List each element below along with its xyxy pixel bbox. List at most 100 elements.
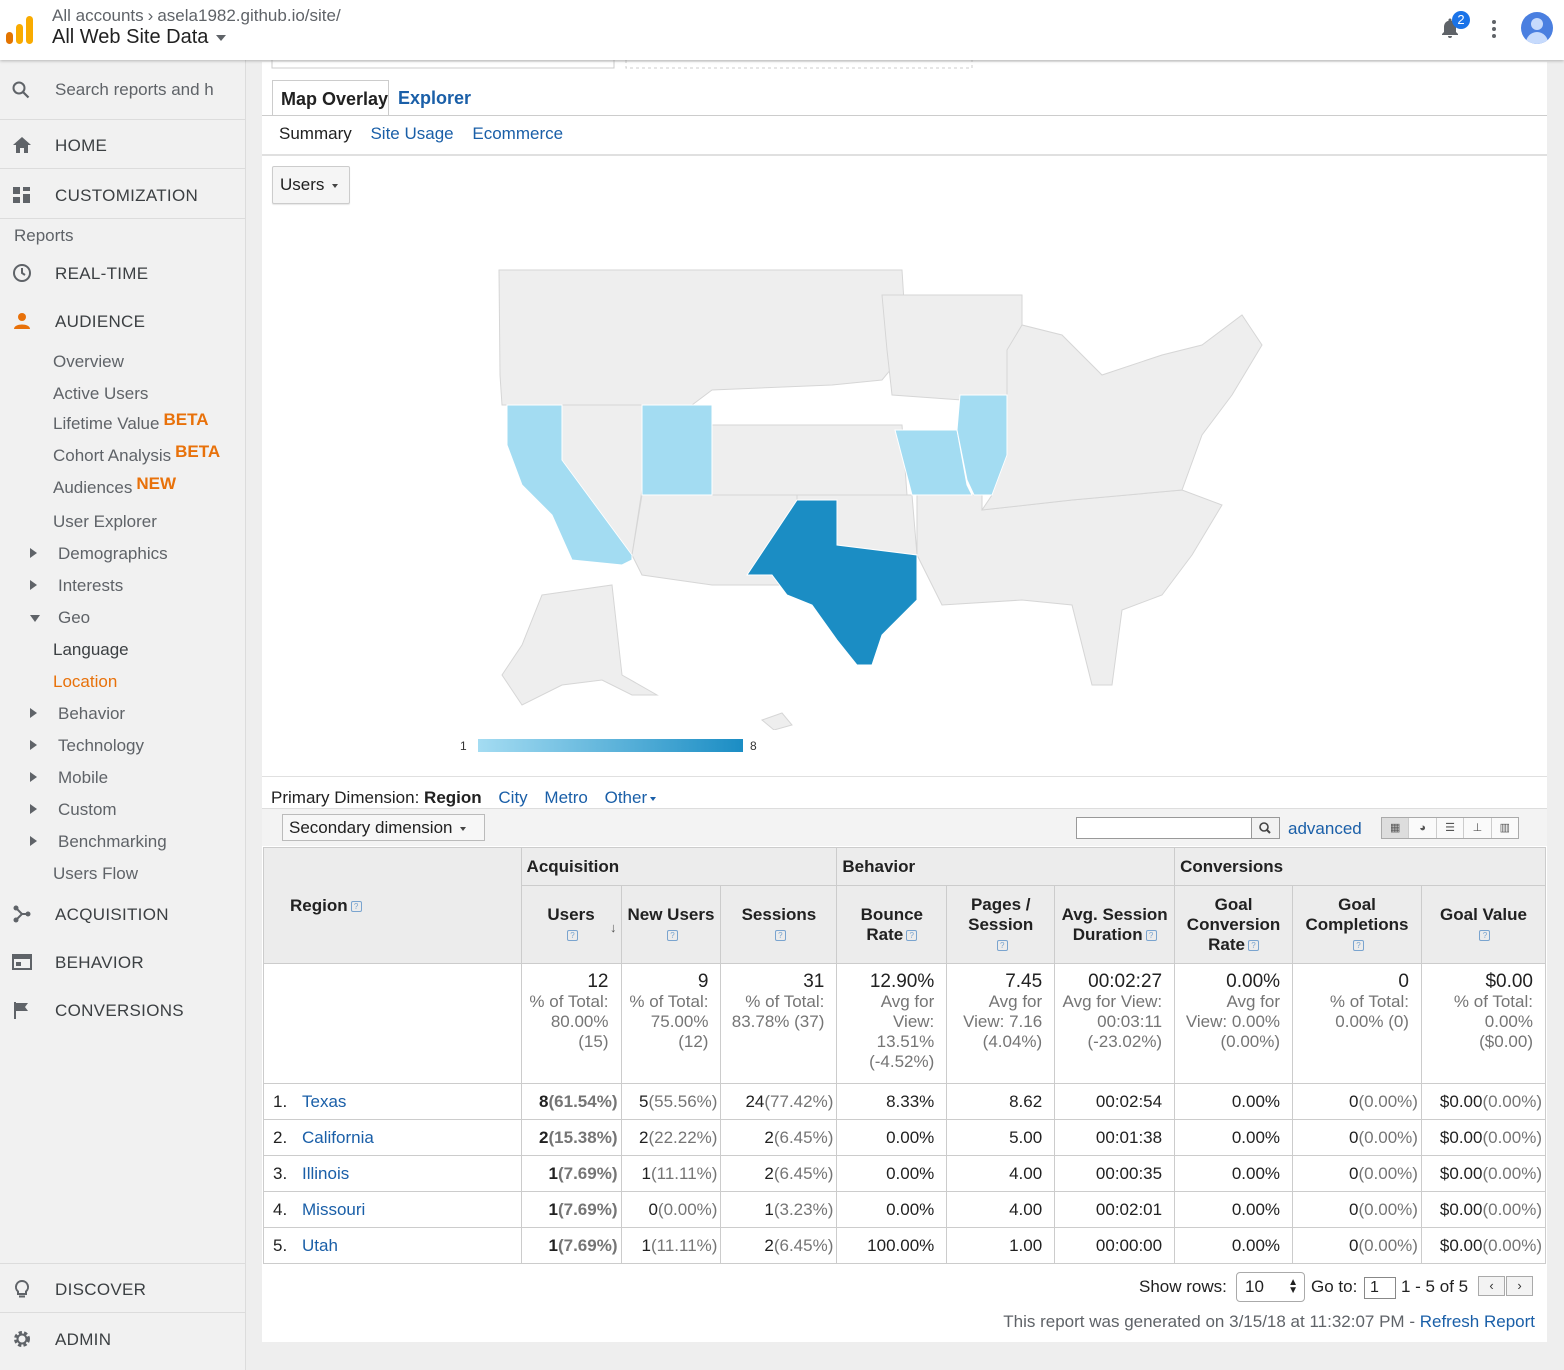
column-header-users[interactable]: Users? ↓ [520, 885, 622, 964]
sidebar-item-audiences[interactable]: Audiences NEW [53, 474, 176, 498]
expand-arrow-icon[interactable] [30, 708, 37, 718]
dimension-region[interactable]: Region [424, 788, 482, 807]
sidebar-item-location[interactable]: Location [53, 672, 117, 692]
sidebar-item-audience[interactable]: AUDIENCE [0, 297, 246, 345]
sidebar-item-lifetime-value[interactable]: Lifetime Value BETA [53, 410, 208, 434]
sidebar-item-realtime[interactable]: REAL-TIME [0, 249, 246, 297]
sidebar-item-admin[interactable]: ADMIN [0, 1315, 246, 1363]
tab-explorer[interactable]: Explorer [390, 80, 479, 116]
sidebar-item-discover[interactable]: DISCOVER [0, 1265, 246, 1313]
total-value: 12.90% [869, 971, 935, 992]
sidebar-item-overview[interactable]: Overview [53, 352, 124, 372]
previous-page-button[interactable]: ‹ [1478, 1276, 1505, 1296]
expand-arrow-icon[interactable] [30, 772, 37, 782]
region-link[interactable]: Illinois [302, 1164, 349, 1183]
help-icon[interactable]: ? [1145, 929, 1157, 941]
show-rows-select[interactable]: 10 ▲ ▼ [1236, 1272, 1305, 1302]
subtab-site-usage[interactable]: Site Usage [370, 124, 453, 143]
more-options-icon[interactable] [1490, 20, 1498, 40]
total-value: 12 [587, 971, 609, 992]
comparison-view-icon[interactable]: ⊥ [1464, 818, 1492, 838]
sidebar-item-mobile[interactable]: Mobile [58, 768, 108, 788]
table-search-button[interactable] [1251, 817, 1280, 839]
sidebar-item-behavior-sub[interactable]: Behavior [58, 704, 125, 724]
expand-arrow-icon[interactable] [30, 580, 37, 590]
column-header-bounce-rate[interactable]: Bounce Rate? [836, 885, 948, 964]
page-range: 1 - 5 of 5 [1401, 1277, 1469, 1296]
sidebar-item-behavior[interactable]: BEHAVIOR [0, 938, 246, 986]
sidebar-search[interactable]: Search reports and h [0, 60, 245, 120]
sidebar-item-cohort-analysis[interactable]: Cohort Analysis BETA [53, 442, 220, 466]
dimension-other[interactable]: Other [605, 788, 657, 807]
sidebar-item-active-users[interactable]: Active Users [53, 384, 148, 404]
secondary-dimension-select[interactable]: Secondary dimension [282, 814, 485, 841]
help-icon[interactable]: ? [666, 929, 678, 941]
analytics-logo-icon[interactable] [6, 16, 34, 44]
help-icon[interactable]: ? [350, 900, 362, 912]
table-toolbar: Secondary dimension advanced ▦ ◕ ☰ ⊥ ▥ [262, 808, 1547, 846]
next-page-button[interactable]: › [1506, 1276, 1533, 1296]
breadcrumb-property[interactable]: asela1982.github.io/site/ [157, 6, 340, 25]
metric-select[interactable]: Users [272, 166, 350, 204]
column-header-pages-session[interactable]: Pages / Session? [946, 885, 1056, 964]
sidebar-item-acquisition[interactable]: ACQUISITION [0, 890, 246, 938]
sidebar-item-home[interactable]: HOME [0, 121, 246, 169]
table-filter-input[interactable] [1076, 817, 1252, 839]
total-sessions: 31% of Total: 83.78% (37) [720, 963, 838, 1084]
column-header-goal-completions[interactable]: Goal Completions? [1292, 885, 1422, 964]
expand-arrow-icon[interactable] [30, 548, 37, 558]
advanced-filter-link[interactable]: advanced [1288, 819, 1362, 839]
view-selector[interactable]: All Web Site Data [52, 26, 227, 49]
collapse-arrow-icon[interactable] [30, 615, 40, 622]
sidebar-item-customization[interactable]: CUSTOMIZATION [0, 171, 246, 219]
performance-view-icon[interactable]: ☰ [1437, 818, 1465, 838]
sidebar-item-interests[interactable]: Interests [58, 576, 123, 596]
search-input[interactable]: Search reports and h [55, 80, 220, 100]
expand-arrow-icon[interactable] [30, 740, 37, 750]
sidebar-item-benchmarking[interactable]: Benchmarking [58, 832, 167, 852]
subtab-summary[interactable]: Summary [279, 124, 352, 143]
region-link[interactable]: California [302, 1128, 374, 1147]
column-header-new-users[interactable]: New Users? [620, 885, 722, 964]
column-label: New Users [627, 904, 715, 924]
breadcrumb[interactable]: All accounts › asela1982.github.io/site/ [52, 6, 341, 26]
help-icon[interactable]: ? [567, 929, 579, 941]
help-icon[interactable]: ? [1353, 939, 1364, 951]
pivot-view-icon[interactable]: ▥ [1492, 818, 1518, 838]
breadcrumb-accounts[interactable]: All accounts [52, 6, 144, 25]
map-central-states [711, 424, 908, 496]
column-header-goal-conversion-rate[interactable]: Goal Conversion Rate? [1174, 885, 1294, 964]
column-header-region[interactable]: Region? [263, 847, 522, 964]
column-header-avg-session-duration[interactable]: Avg. Session Duration? [1054, 885, 1176, 964]
goto-input[interactable]: 1 [1364, 1277, 1396, 1299]
pie-view-icon[interactable]: ◕ [1409, 818, 1437, 838]
sidebar-item-demographics[interactable]: Demographics [58, 544, 168, 564]
region-link[interactable]: Missouri [302, 1200, 365, 1219]
column-header-sessions[interactable]: Sessions? [720, 885, 838, 964]
sidebar-item-custom[interactable]: Custom [58, 800, 117, 820]
region-link[interactable]: Texas [302, 1092, 346, 1111]
region-link[interactable]: Utah [302, 1236, 338, 1255]
tab-map-overlay[interactable]: Map Overlay [272, 80, 389, 116]
expand-arrow-icon[interactable] [30, 804, 37, 814]
table-view-icon[interactable]: ▦ [1382, 818, 1410, 838]
sidebar-item-users-flow[interactable]: Users Flow [53, 864, 138, 884]
sidebar-item-technology[interactable]: Technology [58, 736, 144, 756]
account-avatar[interactable] [1521, 12, 1553, 44]
sidebar-item-conversions[interactable]: CONVERSIONS [0, 986, 246, 1034]
expand-arrow-icon[interactable] [30, 836, 37, 846]
column-header-goal-value[interactable]: Goal Value? [1420, 885, 1547, 964]
help-icon[interactable]: ? [906, 929, 918, 941]
help-icon[interactable]: ? [774, 929, 786, 941]
sidebar-item-user-explorer[interactable]: User Explorer [53, 512, 157, 532]
subtab-ecommerce[interactable]: Ecommerce [472, 124, 563, 143]
help-icon[interactable]: ? [1479, 929, 1491, 941]
help-icon[interactable]: ? [1247, 939, 1259, 951]
sidebar-item-geo[interactable]: Geo [58, 608, 90, 628]
sidebar-item-language[interactable]: Language [53, 640, 129, 660]
dimension-metro[interactable]: Metro [544, 788, 587, 807]
dimension-city[interactable]: City [498, 788, 527, 807]
help-icon[interactable]: ? [996, 939, 1008, 951]
refresh-report-link[interactable]: Refresh Report [1420, 1312, 1535, 1331]
us-geo-map[interactable] [462, 255, 1312, 730]
